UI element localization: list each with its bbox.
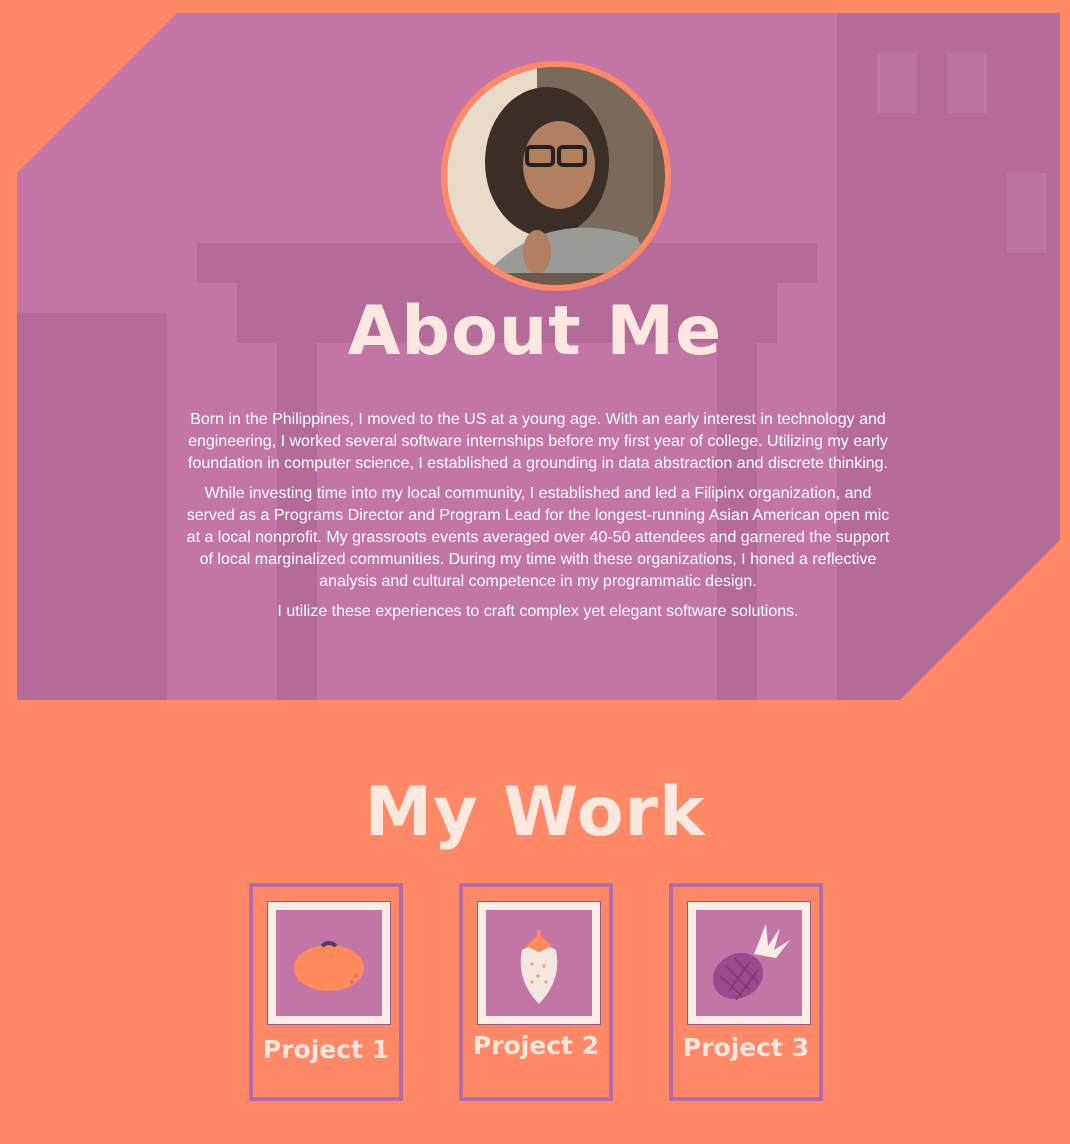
project-label: Project 3: [682, 1033, 810, 1062]
orange-icon: [294, 941, 364, 991]
project-card-1[interactable]: Project 1: [249, 883, 403, 1101]
profile-photo: [447, 67, 653, 273]
project-thumbnail: [267, 901, 391, 1025]
project-thumbnail: [687, 901, 811, 1025]
about-title: About Me: [347, 292, 723, 371]
pineapple-icon: [712, 924, 790, 1001]
bio-paragraph: While investing time into my local commu…: [186, 485, 890, 590]
project-thumbnail: [477, 901, 601, 1025]
project-label: Project 1: [262, 1035, 390, 1064]
project-card-2[interactable]: Project 2: [459, 883, 613, 1101]
about-section: About Me Born in the Philippines, I move…: [17, 13, 1060, 700]
bio-paragraph: I utilize these experiences to craft com…: [277, 603, 799, 620]
project-label: Project 2: [472, 1031, 600, 1060]
about-bio: Born in the Philippines, I moved to the …: [185, 409, 891, 631]
profile-avatar: [441, 61, 671, 291]
strawberry-icon: [520, 930, 558, 1004]
project-card-3[interactable]: Project 3: [669, 883, 823, 1101]
bio-paragraph: Born in the Philippines, I moved to the …: [188, 411, 888, 472]
work-title: My Work: [364, 773, 706, 852]
